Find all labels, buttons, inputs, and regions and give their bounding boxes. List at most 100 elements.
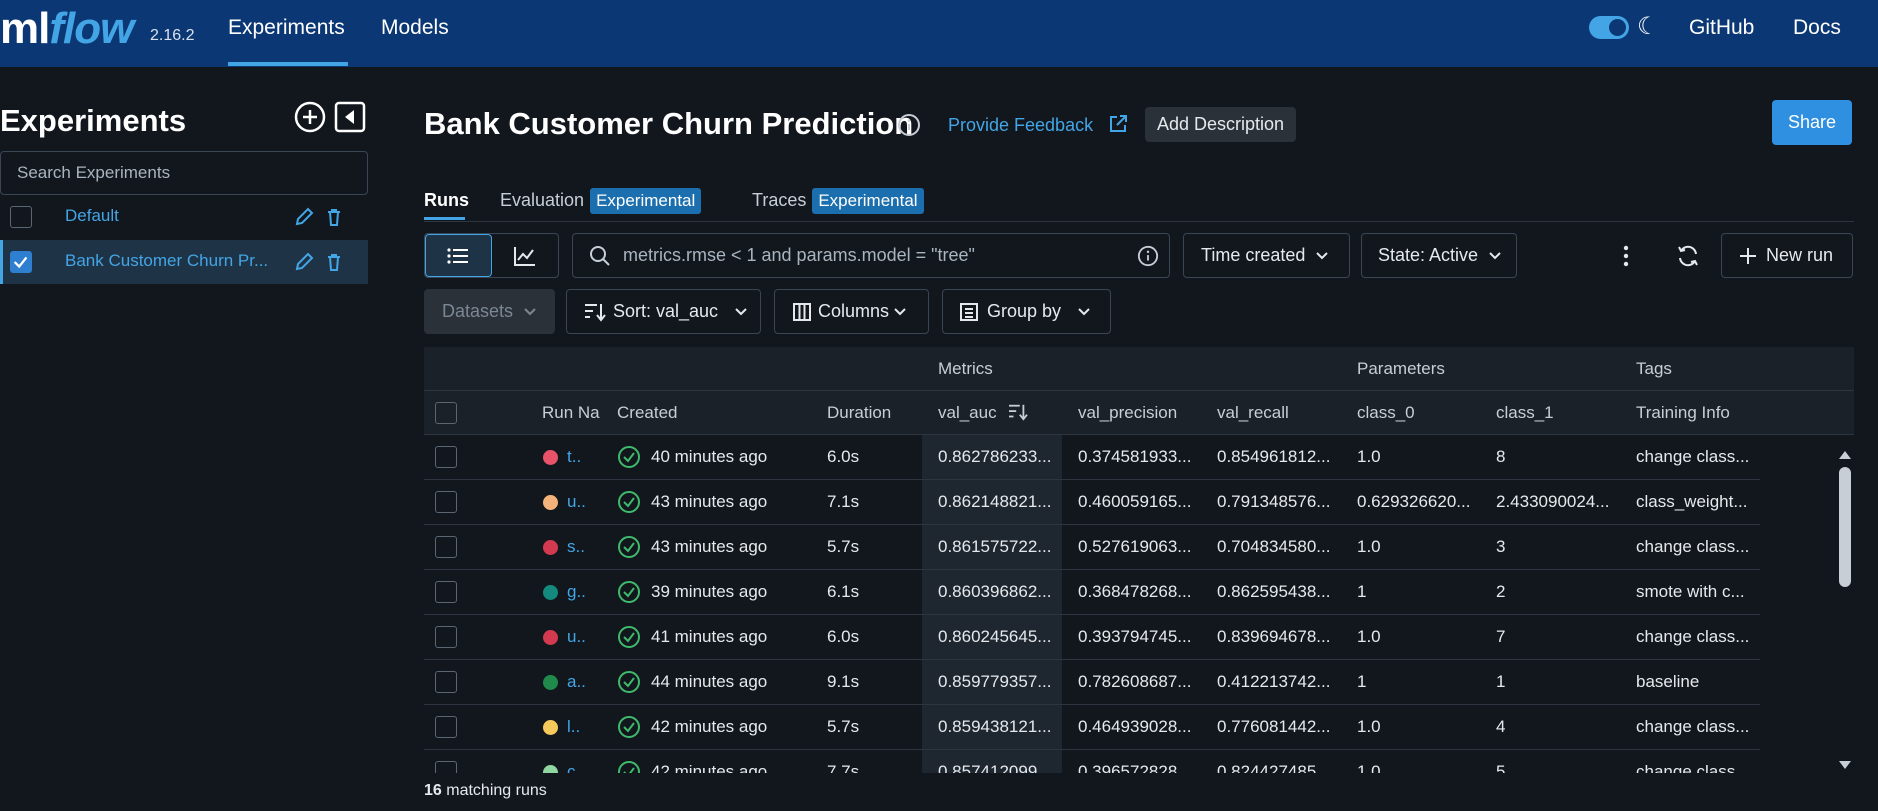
experiment-name[interactable]: Default (65, 206, 119, 226)
cell-class-1: 3 (1496, 537, 1506, 556)
table-row[interactable]: u.. 43 minutes ago 7.1s 0.862148821... 0.460… (424, 480, 1760, 525)
run-search-input[interactable] (621, 244, 1121, 267)
run-name-link[interactable]: g.. (567, 582, 586, 602)
select-all-checkbox[interactable] (435, 402, 457, 424)
cell-val-auc: 0.859779357... (938, 672, 1052, 691)
chart-view-button[interactable] (492, 234, 559, 277)
datasets-dropdown[interactable]: Datasets (424, 289, 555, 334)
row-checkbox[interactable] (435, 491, 457, 513)
scroll-up-arrow[interactable] (1839, 451, 1851, 459)
nav-models[interactable]: Models (381, 16, 449, 40)
col-training-info[interactable]: Training Info (1636, 403, 1730, 423)
info-icon[interactable] (1137, 245, 1159, 267)
collapse-sidebar-icon[interactable] (334, 101, 366, 133)
edit-icon[interactable] (293, 251, 315, 273)
plus-icon (1740, 247, 1756, 264)
columns-dropdown[interactable]: Columns (774, 289, 929, 334)
row-checkbox[interactable] (435, 761, 457, 773)
col-val-auc[interactable]: val_auc (938, 403, 1029, 423)
row-checkbox[interactable] (435, 446, 457, 468)
provide-feedback-link[interactable]: Provide Feedback (948, 114, 1128, 136)
tab-evaluation-label: Evaluation (500, 190, 585, 210)
edit-icon[interactable] (293, 206, 315, 228)
table-scrollbar[interactable] (1836, 449, 1854, 773)
mlflow-logo[interactable]: ml flow (0, 0, 134, 60)
info-icon[interactable] (897, 113, 921, 137)
more-options-icon[interactable] (1622, 244, 1630, 268)
table-row[interactable]: l.. 42 minutes ago 5.7s 0.859438121... 0.464… (424, 705, 1760, 750)
table-row[interactable]: c.. 42 minutes ago 7.7s 0.857412099... 0.396… (424, 750, 1760, 773)
row-checkbox[interactable] (435, 716, 457, 738)
run-name-link[interactable]: u.. (567, 492, 586, 512)
experiment-checkbox[interactable] (10, 206, 32, 228)
run-color-dot (543, 540, 558, 555)
col-val-recall[interactable]: val_recall (1217, 403, 1289, 423)
cell-val-recall: 0.839694678... (1217, 627, 1331, 646)
experiment-checkbox-checked[interactable] (10, 251, 32, 273)
run-name-link[interactable]: c.. (567, 762, 585, 773)
col-created[interactable]: Created (617, 403, 677, 423)
run-name-link[interactable]: t.. (567, 447, 581, 467)
cell-val-auc: 0.857412099... (938, 762, 1052, 773)
cell-val-precision: 0.464939028... (1078, 717, 1192, 736)
sort-dropdown[interactable]: Sort: val_auc (566, 289, 761, 334)
run-name-link[interactable]: u.. (567, 627, 586, 647)
create-experiment-icon[interactable] (294, 101, 326, 133)
cell-val-precision: 0.368478268... (1078, 582, 1192, 601)
finished-status-icon (618, 491, 640, 513)
col-duration[interactable]: Duration (827, 403, 891, 423)
cell-class-0: 1.0 (1357, 762, 1381, 773)
cell-val-precision: 0.374581933... (1078, 447, 1192, 466)
datasets-label: Datasets (442, 301, 514, 321)
cell-training-info: change class... (1636, 447, 1750, 466)
tab-traces[interactable]: Traces Experimental (752, 188, 924, 214)
share-button[interactable]: Share (1772, 100, 1852, 145)
group-by-dropdown[interactable]: Group by (942, 289, 1111, 334)
scroll-down-arrow[interactable] (1839, 761, 1851, 769)
dark-mode-toggle[interactable] (1589, 16, 1629, 39)
search-experiments-input[interactable] (0, 151, 368, 195)
nav-docs[interactable]: Docs (1793, 16, 1841, 40)
run-name-link[interactable]: l.. (567, 717, 580, 737)
finished-status-icon (618, 716, 640, 738)
cell-val-recall: 0.412213742... (1217, 672, 1331, 691)
add-description-button[interactable]: Add Description (1145, 107, 1297, 142)
table-row[interactable]: g.. 39 minutes ago 6.1s 0.860396862... 0.368… (424, 570, 1760, 615)
tab-evaluation[interactable]: Evaluation Experimental (500, 188, 702, 214)
group-parameters: Parameters (1357, 359, 1445, 378)
tab-runs[interactable]: Runs (424, 190, 469, 211)
col-val-precision[interactable]: val_precision (1078, 403, 1177, 423)
chart-icon (513, 246, 535, 266)
experiment-name[interactable]: Bank Customer Churn Pr... (65, 251, 268, 271)
cell-created: 42 minutes ago (651, 717, 768, 736)
refresh-icon[interactable] (1676, 244, 1700, 268)
time-created-dropdown[interactable]: Time created (1183, 233, 1350, 278)
table-row[interactable]: t.. 40 minutes ago 6.0s 0.862786233... 0.374… (424, 435, 1760, 480)
experiment-item-default[interactable]: Default (0, 195, 368, 239)
run-name-link[interactable]: a.. (567, 672, 586, 692)
nav-github[interactable]: GitHub (1689, 16, 1754, 40)
state-filter-dropdown[interactable]: State: Active (1361, 233, 1517, 278)
trash-icon[interactable] (323, 251, 345, 273)
col-class-1[interactable]: class_1 (1496, 403, 1554, 423)
new-run-label: New run (1766, 245, 1834, 265)
col-run-name[interactable]: Run Nai (542, 403, 600, 423)
table-view-button[interactable] (425, 234, 492, 277)
active-tab-indicator (424, 217, 465, 220)
col-class-0[interactable]: class_0 (1357, 403, 1415, 423)
experiment-item-bank-churn[interactable]: Bank Customer Churn Pr... (0, 240, 368, 284)
run-name-link[interactable]: s.. (567, 537, 585, 557)
row-checkbox[interactable] (435, 626, 457, 648)
row-checkbox[interactable] (435, 671, 457, 693)
table-row[interactable]: s.. 43 minutes ago 5.7s 0.861575722... 0.527… (424, 525, 1760, 570)
trash-icon[interactable] (323, 206, 345, 228)
cell-training-info: change class... (1636, 537, 1750, 556)
new-run-button[interactable]: New run (1721, 233, 1853, 278)
nav-experiments[interactable]: Experiments (228, 16, 345, 40)
row-checkbox[interactable] (435, 536, 457, 558)
table-row[interactable]: a.. 44 minutes ago 9.1s 0.859779357... 0.782… (424, 660, 1760, 705)
cell-class-0: 1.0 (1357, 717, 1381, 736)
row-checkbox[interactable] (435, 581, 457, 603)
table-row[interactable]: u.. 41 minutes ago 6.0s 0.860245645... 0.393… (424, 615, 1760, 660)
scroll-thumb[interactable] (1839, 467, 1851, 587)
